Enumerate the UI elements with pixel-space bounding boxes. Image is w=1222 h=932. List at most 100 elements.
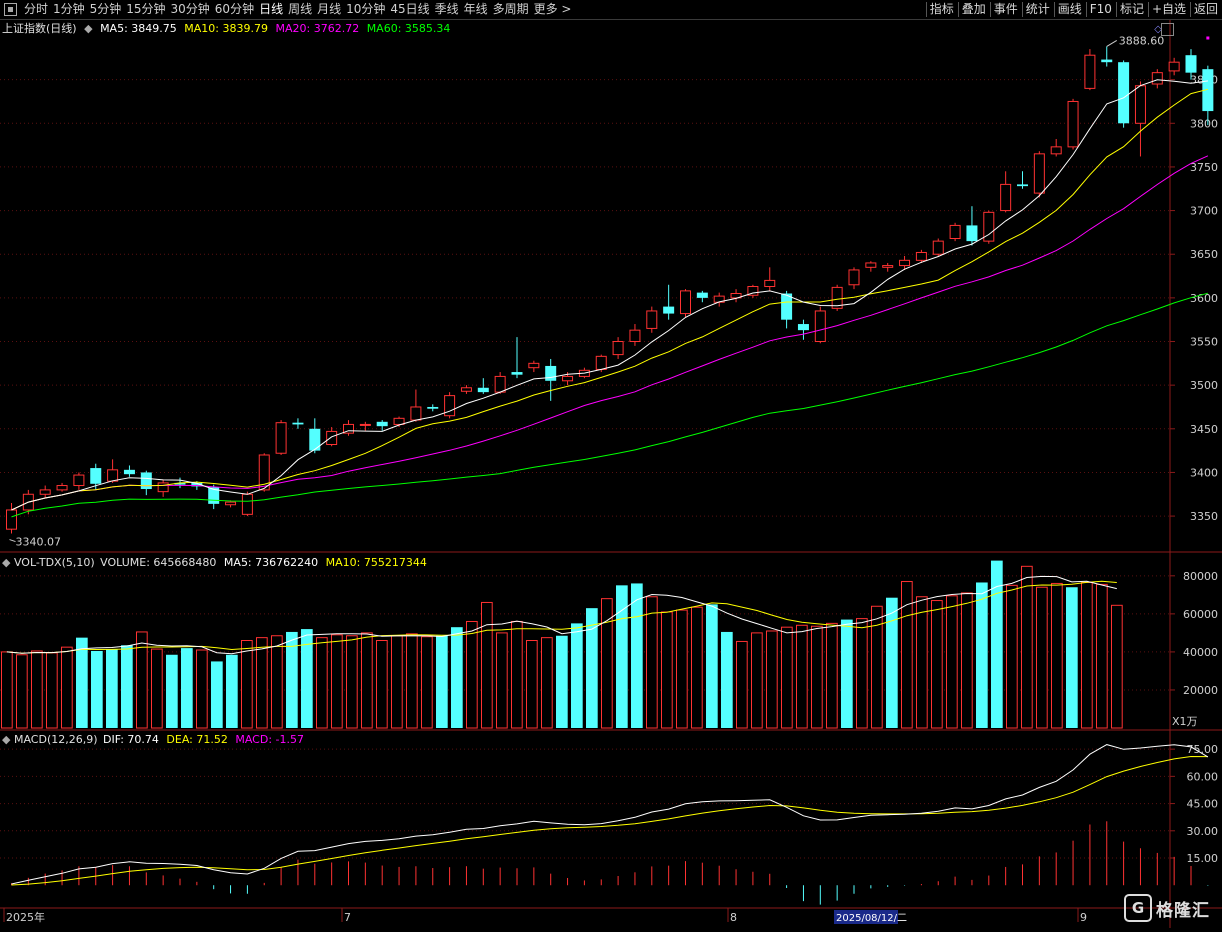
collapse-icon[interactable]: ◆ xyxy=(2,733,10,746)
vol-panel-title: VOL-TDX(5,10) xyxy=(13,556,95,569)
high-marker-arrow xyxy=(1106,40,1118,47)
candle-body xyxy=(814,310,826,343)
ma60-label: MA60: 3585.34 xyxy=(366,22,451,35)
volume-bar xyxy=(226,654,238,728)
candle-body xyxy=(528,362,540,369)
period-tab-14[interactable]: 更多 > xyxy=(534,1,572,18)
candle-body xyxy=(797,324,809,331)
tool-button-7[interactable]: +自选 xyxy=(1152,1,1186,18)
price-tick-label: 3350 xyxy=(1190,510,1218,523)
volume-bar xyxy=(16,654,28,729)
volume-bar xyxy=(556,635,568,728)
toolbar-separator xyxy=(989,2,991,17)
volume-bar xyxy=(1081,581,1093,729)
candle-body xyxy=(410,406,422,421)
period-tab-2[interactable]: 5分钟 xyxy=(90,1,122,18)
volume-bar xyxy=(196,649,208,729)
price-tick-label: 3500 xyxy=(1190,379,1218,392)
volume-bar xyxy=(1,651,13,729)
vol-unit-label: X1万 xyxy=(1172,715,1198,728)
watermark-text: 格隆汇 xyxy=(1156,900,1210,921)
period-tab-9[interactable]: 10分钟 xyxy=(346,1,385,18)
period-tab-5[interactable]: 60分钟 xyxy=(215,1,254,18)
tool-button-2[interactable]: 事件 xyxy=(994,1,1018,18)
low-price-label: 3340.07 xyxy=(16,536,62,549)
candle-body xyxy=(781,293,793,320)
collapse-icon[interactable]: ◆ xyxy=(84,22,92,35)
volume-bar xyxy=(1096,583,1108,729)
toolbar-separator xyxy=(1085,2,1087,17)
macd-tick-label: 60.00 xyxy=(1187,770,1219,783)
volume-bar xyxy=(1111,604,1123,729)
volume-bar xyxy=(616,585,628,728)
candle-body xyxy=(359,423,371,426)
volume-bar xyxy=(736,640,748,729)
volume-bar xyxy=(136,631,148,729)
volume-bar xyxy=(166,654,178,728)
price-tick-label: 3400 xyxy=(1190,466,1218,479)
period-tab-7[interactable]: 周线 xyxy=(288,1,312,18)
period-tab-11[interactable]: 季线 xyxy=(435,1,459,18)
period-tab-13[interactable]: 多周期 xyxy=(493,1,529,18)
dea-label: DEA: 71.52 xyxy=(166,733,228,746)
toolbar-separator xyxy=(925,2,927,17)
ma5-label: MA5: 3849.75 xyxy=(100,22,177,35)
volume-bar xyxy=(361,632,373,729)
candle-body xyxy=(1084,54,1096,89)
window-icon[interactable] xyxy=(1161,23,1174,36)
volume-bar xyxy=(61,646,73,729)
chart-canvas[interactable]: 3350340034503500355036003650370037503800… xyxy=(0,20,1222,928)
tool-button-3[interactable]: 统计 xyxy=(1026,1,1050,18)
tool-button-6[interactable]: 标记 xyxy=(1120,1,1144,18)
candle-body xyxy=(123,469,135,475)
candle-body xyxy=(865,262,877,268)
volume-bar xyxy=(316,637,328,729)
stop-icon[interactable] xyxy=(4,3,17,16)
volume-bar xyxy=(781,626,793,729)
volume-bar xyxy=(256,637,268,729)
price-tick-label: 3450 xyxy=(1190,423,1218,436)
period-tab-0[interactable]: 分时 xyxy=(24,1,48,18)
tool-button-1[interactable]: 叠加 xyxy=(962,1,986,18)
volume-bar xyxy=(391,635,403,729)
candle-body xyxy=(275,422,287,454)
candle-body xyxy=(915,251,927,261)
tool-button-5[interactable]: F10 xyxy=(1090,1,1112,18)
candle-body xyxy=(6,509,17,530)
volume-bar xyxy=(346,635,358,729)
period-tab-3[interactable]: 15分钟 xyxy=(126,1,165,18)
ma5-line xyxy=(11,79,1208,511)
ma10-line xyxy=(11,88,1209,511)
toolbar-separator xyxy=(1053,2,1055,17)
volume-bar xyxy=(1066,587,1078,728)
period-tab-10[interactable]: 45日线 xyxy=(390,1,429,18)
candle-body xyxy=(140,472,152,490)
candle-body xyxy=(56,485,68,491)
time-axis-label: 8 xyxy=(730,911,737,924)
volume-bar xyxy=(841,619,853,728)
collapse-icon[interactable]: ◆ xyxy=(2,556,10,569)
period-tab-12[interactable]: 年线 xyxy=(464,1,488,18)
candle-body xyxy=(511,372,523,375)
volume-bar xyxy=(826,622,838,729)
kline-chart[interactable]: 3350 3400 3450 3500 3550 3600 3650 3700 3750 3800… xyxy=(0,20,1222,932)
price-tick-label: 3650 xyxy=(1190,248,1218,261)
candle-body xyxy=(1101,59,1113,63)
volume-bar xyxy=(766,630,778,729)
volume-bar xyxy=(571,623,583,728)
period-tab-6[interactable]: 日线 xyxy=(259,1,283,18)
tool-button-4[interactable]: 画线 xyxy=(1058,1,1082,18)
period-tab-4[interactable]: 30分钟 xyxy=(171,1,210,18)
macd-label: MACD: -1.57 xyxy=(235,733,304,746)
tool-button-8[interactable]: 返回 xyxy=(1194,1,1218,18)
period-tab-1[interactable]: 1分钟 xyxy=(53,1,85,18)
candle-body xyxy=(646,310,658,329)
volume-bar xyxy=(976,582,988,728)
candle-body xyxy=(663,306,675,314)
ma20-label: MA20: 3762.72 xyxy=(275,22,360,35)
volume-bar xyxy=(271,635,283,729)
period-tab-8[interactable]: 月线 xyxy=(317,1,341,18)
volume-bar xyxy=(541,637,553,729)
tool-button-0[interactable]: 指标 xyxy=(930,1,954,18)
volume-bar xyxy=(91,650,103,728)
